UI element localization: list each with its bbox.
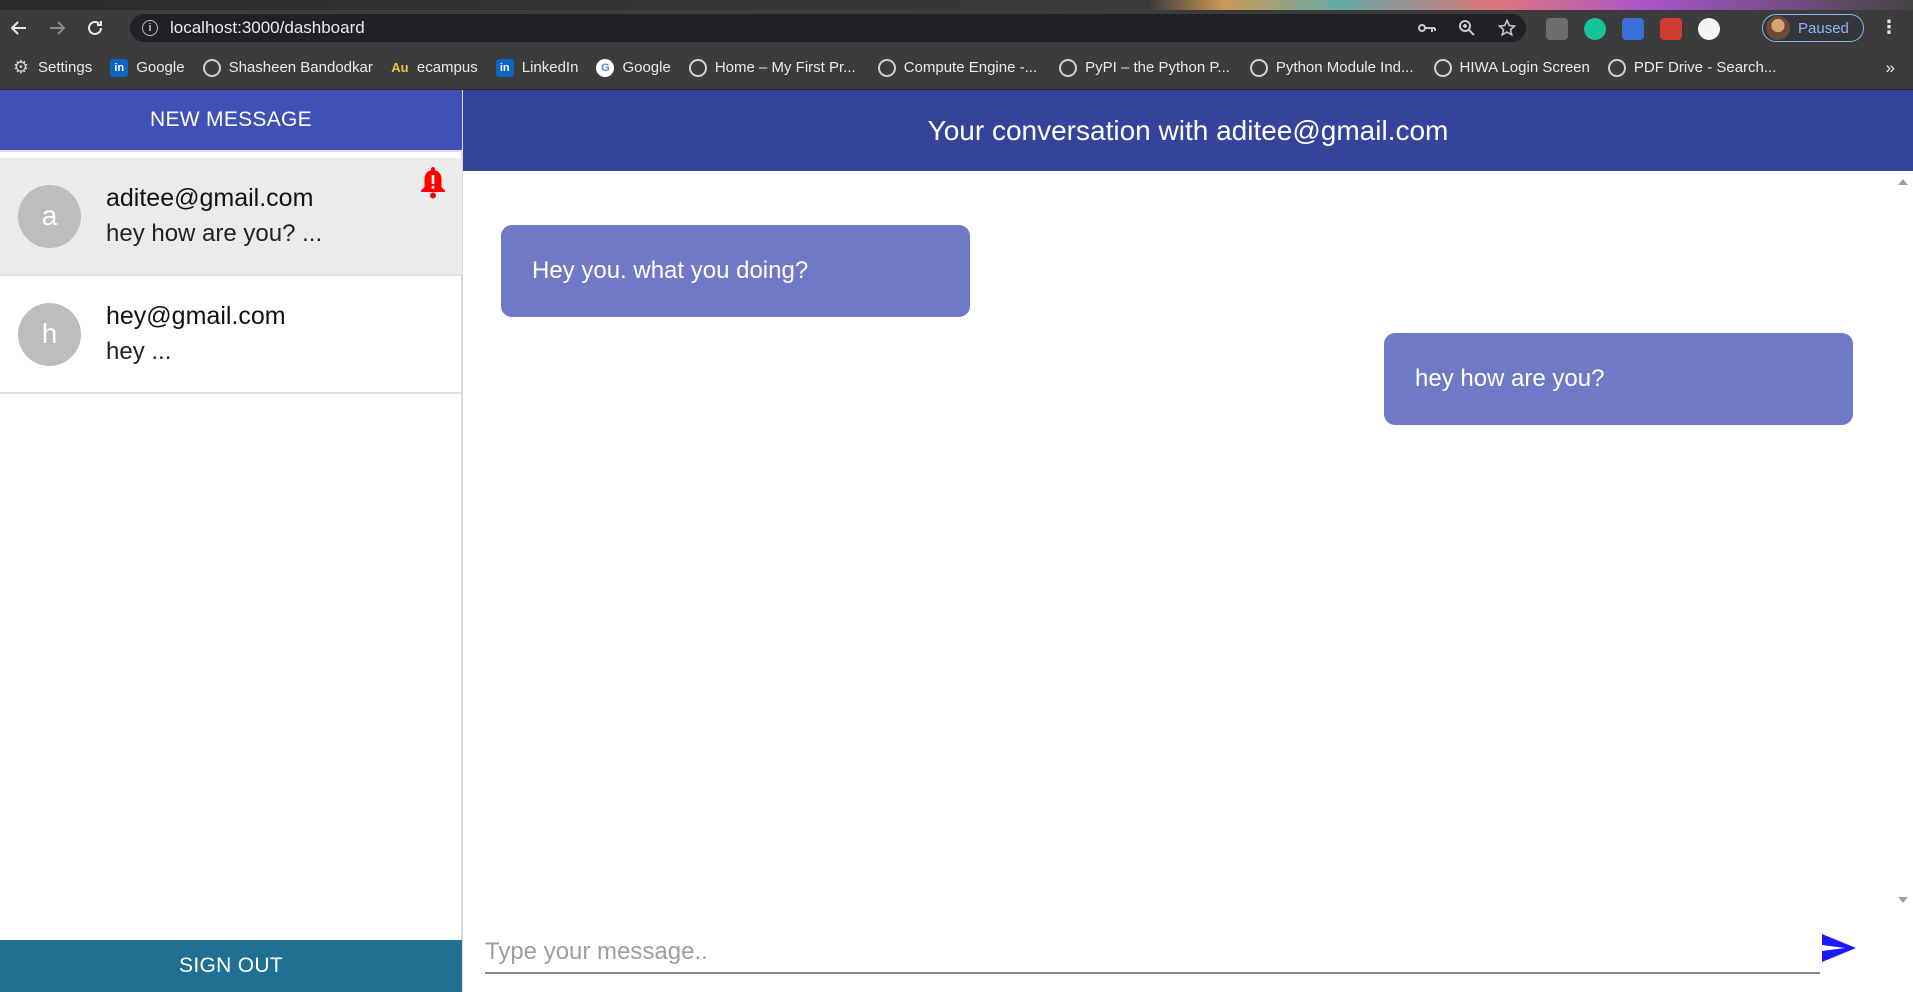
chat-list-item[interactable]: h hey@gmail.com hey ... [0,276,462,394]
forward-button[interactable] [38,10,76,46]
extension-book-icon[interactable] [1622,18,1644,40]
profile-status: Paused [1798,19,1849,37]
extensions-bar [1546,18,1720,40]
notification-bell-icon [421,167,445,199]
profile-button[interactable]: Paused [1762,14,1864,42]
chat-summary: hey@gmail.com hey ... [106,298,286,370]
chat-summary: aditee@gmail.com hey how are you? ... [106,180,322,252]
bookmarks-overflow-icon[interactable]: » [1886,58,1895,78]
message-bubble-sent: hey how are you? [1384,333,1853,425]
bookmark-label: Google [136,59,185,76]
message-scrollbar[interactable] [1893,171,1913,911]
globe-icon [1059,58,1078,77]
bookmark-label: ecampus [416,59,478,76]
arrow-right-icon [50,21,66,35]
bookmark-pdf-drive[interactable]: PDF Drive - Search... [1607,58,1777,77]
bookmarks-bar: ⚙ Settings in Google Shasheen Bandodkar … [0,46,1913,90]
bookmark-linkedin[interactable]: in LinkedIn [495,58,579,77]
bookmark-label: Shasheen Bandodkar [228,59,373,76]
globe-icon [877,58,896,77]
conversation-title: Your conversation with aditee@gmail.com [463,90,1913,171]
bookmark-python-module[interactable]: Python Module Ind... [1249,58,1414,77]
bookmark-home[interactable]: Home – My First Pr... [688,58,856,77]
star-icon[interactable] [1498,19,1516,37]
chat-list: a aditee@gmail.com hey how are you? ... … [0,158,462,394]
bookmark-label: LinkedIn [521,59,579,76]
bookmark-label: Python Module Ind... [1275,59,1414,76]
browser-top-strip [0,0,1913,10]
avatar: h [18,302,81,366]
extension-icon[interactable] [1546,18,1568,40]
chat-email: hey@gmail.com [106,302,286,330]
bookmark-compute-engine[interactable]: Compute Engine -... [877,58,1038,77]
omnibox-actions [1418,14,1516,42]
linkedin-icon: in [110,58,129,77]
bookmark-label: Home – My First Pr... [714,59,856,76]
browser-menu-icon[interactable]: ⋮ [1880,18,1898,36]
send-button[interactable] [1818,928,1860,968]
bookmark-settings[interactable]: ⚙ Settings [12,57,93,77]
bookmark-hiwa[interactable]: HIWA Login Screen [1433,58,1590,77]
divider [0,150,462,152]
bookmark-label: Settings [38,59,93,76]
new-message-button[interactable]: NEW MESSAGE [0,90,462,150]
key-icon[interactable] [1418,22,1436,34]
bookmark-label: PDF Drive - Search... [1633,59,1777,76]
message-composer [485,922,1820,974]
bookmark-label: HIWA Login Screen [1459,59,1590,76]
grammarly-icon[interactable] [1584,18,1606,40]
linkedin-icon: in [495,58,514,77]
back-button[interactable] [0,10,38,46]
conversation-panel: Your conversation with aditee@gmail.com … [463,90,1913,992]
chat-preview: hey ... [106,338,172,365]
globe-icon [688,58,707,77]
globe-icon [202,58,221,77]
globe-icon [1607,58,1626,77]
bookmark-shasheen[interactable]: Shasheen Bandodkar [202,58,373,77]
chat-list-item[interactable]: a aditee@gmail.com hey how are you? ... [0,158,462,276]
message-list: Hey you. what you doing? hey how are you… [463,171,1893,911]
extension-circle-icon[interactable] [1698,18,1720,40]
send-icon [1822,934,1856,962]
reload-icon [88,20,102,35]
bookmark-label: PyPI – the Python P... [1085,59,1230,76]
site-info-icon[interactable]: i [142,20,158,36]
chat-app: NEW MESSAGE a aditee@gmail.com hey how a… [0,90,1913,992]
bookmark-pypi[interactable]: PyPI – the Python P... [1059,58,1230,77]
sidebar: NEW MESSAGE a aditee@gmail.com hey how a… [0,90,463,992]
extension-puzzle-icon[interactable] [1660,18,1682,40]
browser-toolbar: i localhost:3000/dashboard Paused ⋮ [0,10,1913,46]
avatar: a [18,184,81,248]
chat-email: aditee@gmail.com [106,184,314,212]
bookmark-label: Google [622,59,671,76]
bookmark-google[interactable]: G Google [596,58,671,77]
google-icon: G [596,58,615,77]
au-icon: Au [391,60,409,75]
reload-button[interactable] [76,10,114,46]
scroll-up-arrow-icon[interactable] [1898,179,1908,185]
bookmark-ecampus[interactable]: Au ecampus [391,59,478,77]
avatar [1766,16,1790,40]
url-text: localhost:3000/dashboard [170,18,365,37]
sign-out-button[interactable]: SIGN OUT [0,940,462,992]
arrow-left-icon [10,21,26,35]
zoom-icon[interactable] [1458,19,1476,37]
globe-icon [1433,58,1452,77]
gear-icon: ⚙ [12,57,30,77]
message-input[interactable] [485,922,1820,972]
scroll-down-arrow-icon[interactable] [1898,897,1908,903]
message-bubble-received: Hey you. what you doing? [501,225,970,317]
address-bar[interactable]: i localhost:3000/dashboard [130,14,1526,42]
bookmark-google-linkedin[interactable]: in Google [110,58,185,77]
globe-icon [1249,58,1268,77]
chat-preview: hey how are you? ... [106,220,323,247]
bookmark-label: Compute Engine -... [903,59,1038,76]
